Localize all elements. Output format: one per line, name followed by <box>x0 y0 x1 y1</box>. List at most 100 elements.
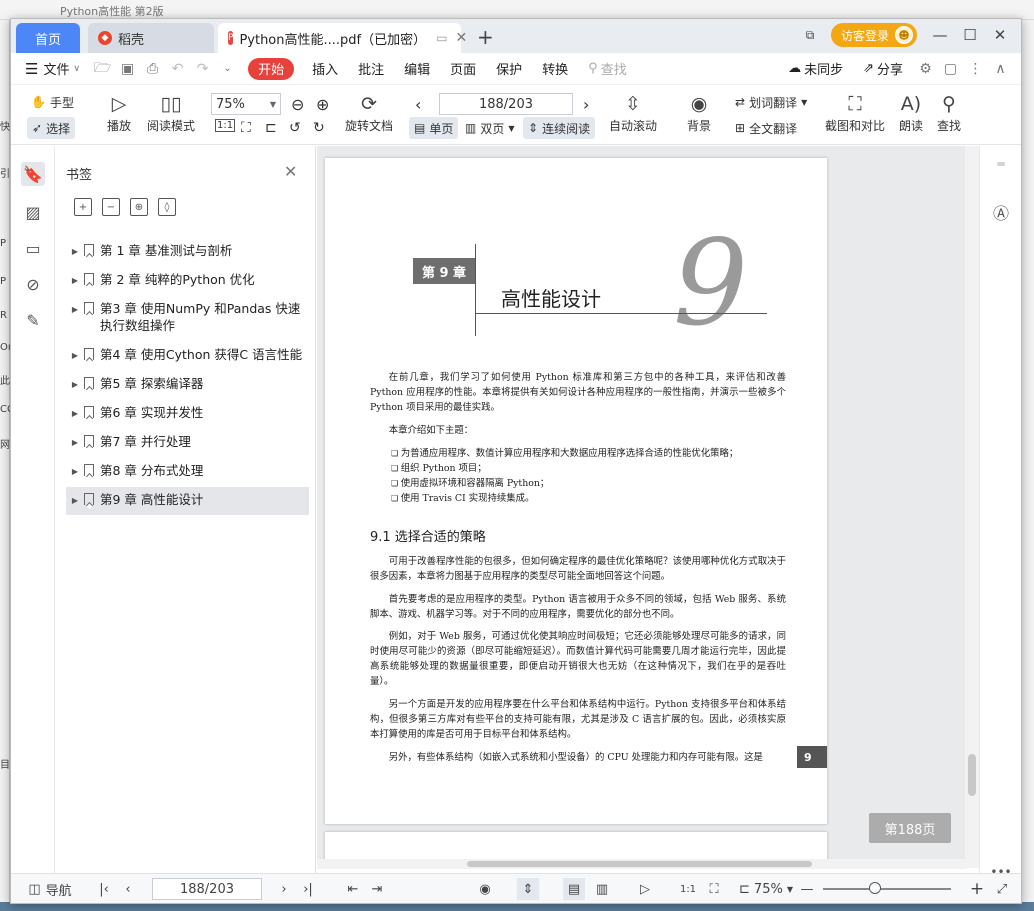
add-bookmark-icon[interactable]: + <box>74 198 92 216</box>
expand-arrow-icon[interactable]: ▶ <box>68 492 82 509</box>
select-tool-button[interactable]: ➶ 选择 <box>27 117 76 139</box>
file-menu[interactable]: ☰ 文件 ∨ <box>11 53 90 85</box>
rotate-left-icon[interactable]: ↺ <box>289 117 301 139</box>
next-page-icon[interactable]: › <box>583 93 589 115</box>
menu-protect[interactable]: 保护 <box>486 53 532 85</box>
guest-login-button[interactable]: 访客登录 ☻ <box>830 23 917 47</box>
expand-bookmark-icon[interactable]: ⊕ <box>130 198 148 216</box>
more-icon[interactable]: ⋮ <box>963 53 988 85</box>
quick-access-more-icon[interactable]: ⌄ <box>215 53 240 85</box>
bookmark-item[interactable]: ▶ 第3 章 使用NumPy 和Pandas 快速执行数组操作 <box>66 296 309 338</box>
tab-docer[interactable]: ◆ 稻壳 <box>88 23 214 53</box>
bookmark-item[interactable]: ▶ 第4 章 使用Cython 获得C 语言性能 <box>66 342 309 368</box>
last-page-icon[interactable]: ›| <box>301 878 315 900</box>
tab-close-icon[interactable]: ✕ <box>455 30 467 46</box>
expand-arrow-icon[interactable]: ▶ <box>68 243 82 260</box>
tab-home[interactable]: 首页 <box>16 23 80 53</box>
play-button[interactable]: ▷ 播放 <box>107 91 131 134</box>
vertical-scrollbar[interactable] <box>965 146 979 868</box>
signature-icon[interactable]: ✎ <box>21 308 45 332</box>
single-page-button[interactable]: ▤ 单页 <box>409 117 459 139</box>
menu-convert[interactable]: 转换 <box>532 53 578 85</box>
expand-arrow-icon[interactable]: ▶ <box>68 463 82 480</box>
page-number-input[interactable]: 188/203 <box>439 93 573 115</box>
prev-page-icon[interactable]: ‹ <box>121 878 135 900</box>
continuous-reading-button[interactable]: ⇕ 连续阅读 <box>523 117 596 139</box>
horizontal-scroll-thumb[interactable] <box>467 861 812 867</box>
tab-pdf-document[interactable]: P Python高性能....pdf（已加密） ▭ ✕ <box>218 23 467 53</box>
open-icon[interactable]: 🗁 <box>90 53 115 85</box>
full-translate-button[interactable]: ⊞ 全文翻译 <box>735 117 797 139</box>
zoom-select[interactable]: 75% ▼ <box>211 93 281 115</box>
rotate-document-button[interactable]: ⟳ 旋转文档 <box>345 91 393 134</box>
read-aloud-button[interactable]: A) 朗读 <box>899 91 923 134</box>
single-page-mode-icon[interactable]: ▤ <box>563 878 585 900</box>
status-page-input[interactable]: 188/203 <box>152 878 262 900</box>
thumbnail-icon[interactable]: ▨ <box>21 200 45 224</box>
expand-arrow-icon[interactable]: ▶ <box>68 272 82 289</box>
maximize-icon[interactable]: ☐ <box>955 21 985 49</box>
sync-status[interactable]: ☁ 未同步 <box>778 53 853 85</box>
first-page-icon[interactable]: |‹ <box>97 878 111 900</box>
bookmark-item[interactable]: ▶ 第8 章 分布式处理 <box>66 458 309 484</box>
double-page-button[interactable]: ▥ 双页 ▼ <box>465 117 515 139</box>
save-icon[interactable]: ▣ <box>115 53 140 85</box>
background-button[interactable]: ◉ 背景 <box>687 91 711 134</box>
menu-search[interactable]: ⚲ 查找 <box>578 53 637 85</box>
comment-panel-icon[interactable]: ▭ <box>21 236 45 260</box>
zoom-out-icon[interactable]: ⊖ <box>291 93 304 115</box>
forward-view-icon[interactable]: ⇥ <box>369 878 385 900</box>
expand-arrow-icon[interactable]: ▶ <box>68 347 82 364</box>
status-zoom-select[interactable]: ⊏ 75% ▼ <box>731 878 801 900</box>
zoom-in-icon[interactable]: + <box>969 878 985 900</box>
expand-arrow-icon[interactable]: ▶ <box>68 376 82 393</box>
word-translate-button[interactable]: ⇄ 划词翻译 ▼ <box>735 91 807 113</box>
prev-page-icon[interactable]: ‹ <box>415 93 421 115</box>
redo-icon[interactable]: ↷ <box>190 53 215 85</box>
fit-width-icon[interactable]: ⊏ <box>265 117 277 139</box>
fit-page-icon[interactable]: ⛶ <box>705 878 723 900</box>
ocr-icon[interactable]: Ⓐ <box>989 200 1013 224</box>
bookmark-item[interactable]: ▶ 第6 章 实现并发性 <box>66 400 309 426</box>
bookmark-item-active[interactable]: ▶ 第9 章 高性能设计 <box>66 487 309 515</box>
menu-start[interactable]: 开始 <box>248 57 295 80</box>
delete-bookmark-icon[interactable]: − <box>102 198 120 216</box>
menu-page[interactable]: 页面 <box>440 53 486 85</box>
zoom-out-icon[interactable]: — <box>799 878 815 900</box>
menu-insert[interactable]: 插入 <box>302 53 348 85</box>
new-tab-button[interactable]: + <box>477 25 494 49</box>
vertical-scroll-thumb[interactable] <box>968 754 976 796</box>
reading-mode-button[interactable]: ▯▯ 阅读模式 <box>147 91 195 134</box>
bookmark-panel-icon[interactable]: 🔖 <box>21 162 45 186</box>
play-icon[interactable]: ▷ <box>635 878 655 900</box>
find-button[interactable]: ⚲ 查找 <box>937 91 961 134</box>
rotate-right-icon[interactable]: ↻ <box>313 117 325 139</box>
zoom-slider-knob[interactable] <box>869 882 881 894</box>
eye-protect-icon[interactable]: ◉ <box>475 878 495 900</box>
bookmark-item[interactable]: ▶ 第5 章 探索编译器 <box>66 371 309 397</box>
close-icon[interactable]: ✕ <box>284 162 297 181</box>
zoom-slider[interactable] <box>823 888 951 890</box>
actual-size-icon[interactable]: 1:1 <box>215 119 236 132</box>
horizontal-scrollbar[interactable] <box>317 859 965 869</box>
share-button[interactable]: ⇗ 分享 <box>853 53 913 85</box>
window-layout-icon[interactable]: ⧉ <box>795 21 825 49</box>
expand-arrow-icon[interactable]: ▶ <box>68 405 82 422</box>
attachment-icon[interactable]: ⊘ <box>21 272 45 296</box>
navigation-button[interactable]: ◫ 导航 <box>25 878 75 900</box>
actual-size-icon[interactable]: 1:1 <box>679 878 697 900</box>
next-page-icon[interactable]: › <box>277 878 291 900</box>
fit-page-icon[interactable]: ⛶ <box>241 117 251 139</box>
back-view-icon[interactable]: ⇤ <box>345 878 361 900</box>
settings-icon[interactable]: ⚙ <box>913 53 938 85</box>
continuous-mode-icon[interactable]: ⇕ <box>517 878 539 900</box>
print-icon[interactable]: ⎙ <box>140 53 165 85</box>
minimize-icon[interactable]: — <box>925 21 955 49</box>
panel-handle-icon[interactable]: ═ <box>989 152 1013 176</box>
autoscroll-button[interactable]: ⇳ 自动滚动 <box>609 91 657 134</box>
menu-edit[interactable]: 编辑 <box>394 53 440 85</box>
collapse-ribbon-icon[interactable]: ∧ <box>988 53 1013 85</box>
bookmark-item[interactable]: ▶ 第 1 章 基准测试与剖析 <box>66 238 309 264</box>
bookmark-icon[interactable]: ◊ <box>158 198 176 216</box>
bookmark-item[interactable]: ▶ 第7 章 并行处理 <box>66 429 309 455</box>
